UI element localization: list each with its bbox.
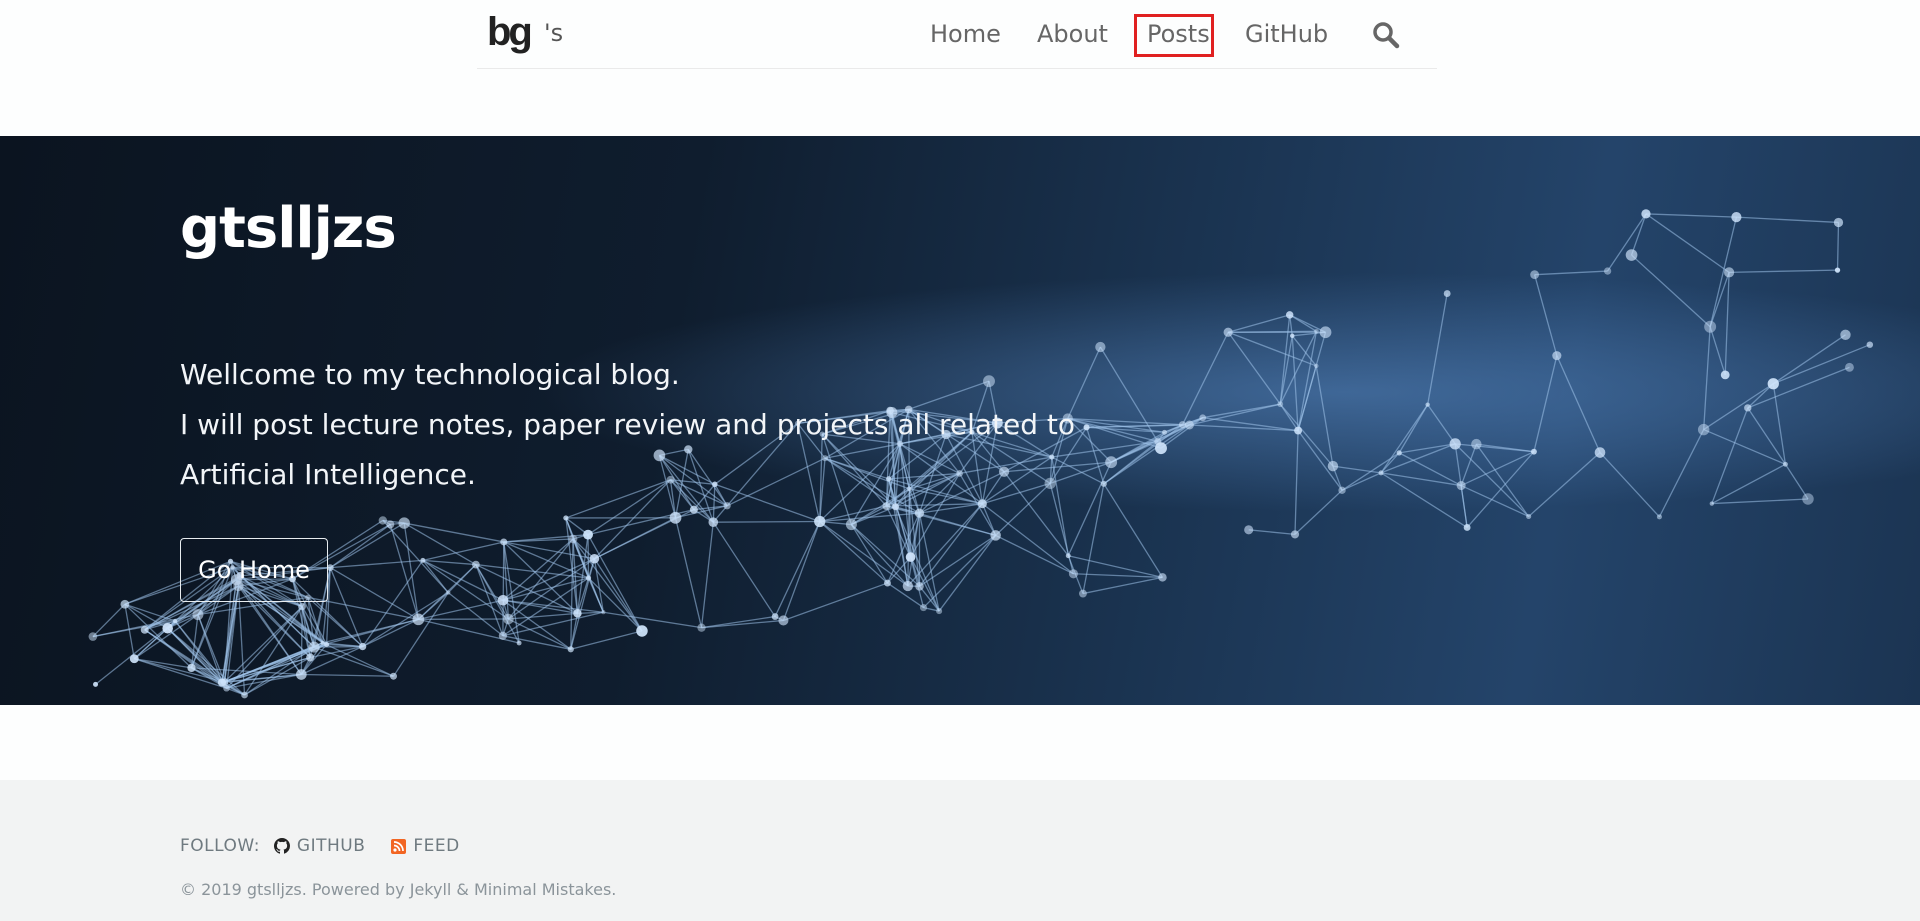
copyright-text: © 2019 gtslljzs. Powered by Jekyll & Min… [180,880,617,899]
github-icon [273,838,290,854]
footer-github-link[interactable]: GITHUB [273,836,366,856]
search-icon [1373,22,1400,49]
hero-description-line: Artificial Intelligence. [180,458,476,491]
nav-posts[interactable]: Posts [1147,16,1210,52]
footer-feed-label: FEED [413,836,460,856]
hero-description: Wellcome to my technological blog. I wil… [180,350,1076,500]
follow-label: FOLLOW: [180,836,260,856]
nav-github[interactable]: GitHub [1245,16,1328,52]
nav-home[interactable]: Home [930,16,1001,52]
follow-bar: FOLLOW: GITHUB FEED [180,836,486,856]
go-home-button[interactable]: Go Home [180,538,328,602]
site-logo[interactable]: bg [487,10,533,54]
masthead: bg 's Home About Posts GitHub [477,0,1437,69]
rss-icon [391,838,407,854]
hero-banner: gtslljzs Wellcome to my technological bl… [0,136,1920,705]
footer-feed-link[interactable]: FEED [391,836,459,856]
site-title-suffix[interactable]: 's [544,18,563,48]
page-footer: FOLLOW: GITHUB FEED © 2019 gtslljzs. Pow… [0,780,1920,921]
footer-github-label: GITHUB [296,836,366,856]
hero-description-line: Wellcome to my technological blog. [180,358,680,391]
hero-description-line: I will post lecture notes, paper review … [180,408,1076,441]
nav-about[interactable]: About [1037,16,1108,52]
search-button[interactable] [1371,20,1401,50]
hero-title: gtslljzs [180,196,397,261]
